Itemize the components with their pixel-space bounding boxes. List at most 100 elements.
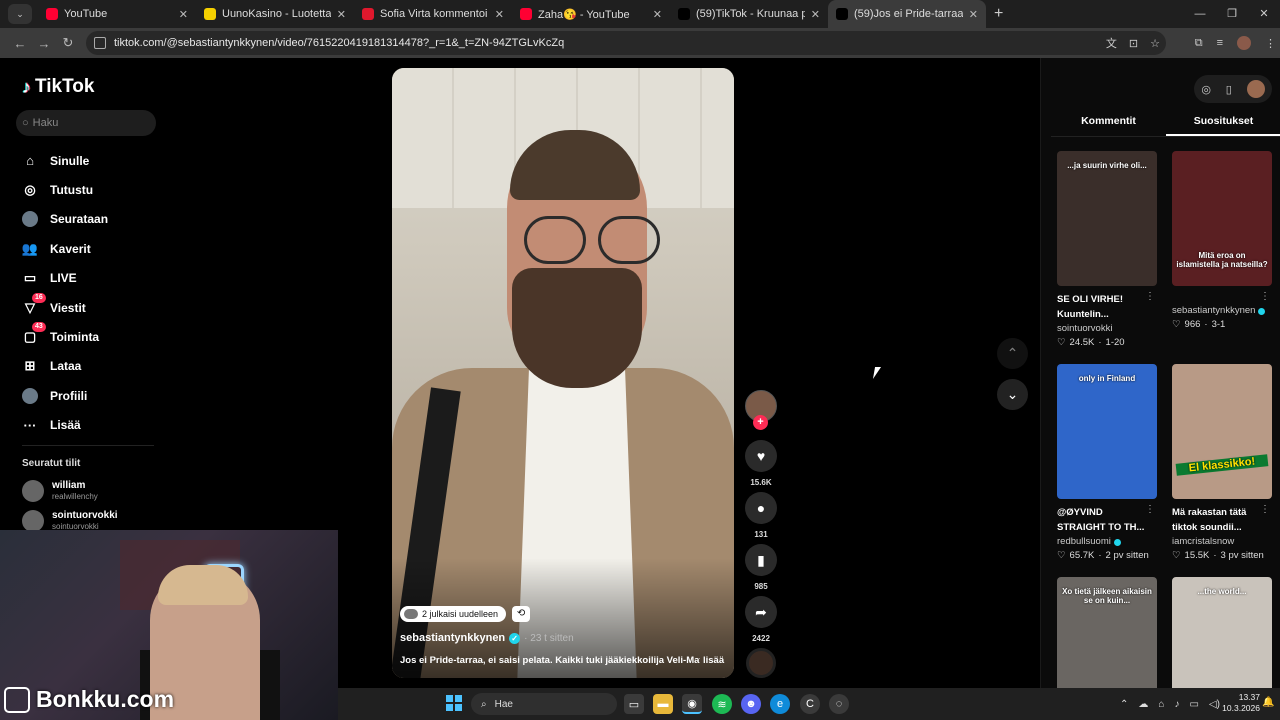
- video-thumbnail[interactable]: ...ja suurin virhe oli...: [1057, 151, 1157, 286]
- repost-icon[interactable]: ⟲: [512, 606, 531, 622]
- reload-button[interactable]: ↻: [56, 35, 80, 51]
- browser-menu-icon[interactable]: ⋮: [1265, 37, 1276, 50]
- share-action[interactable]: ➦ 2422: [745, 596, 777, 643]
- video-thumbnail[interactable]: El klassikko!: [1172, 364, 1272, 499]
- device-icon[interactable]: ▯: [1226, 83, 1232, 96]
- close-tab-icon[interactable]: ✕: [653, 8, 662, 21]
- app-record-icon[interactable]: ◌: [829, 694, 849, 714]
- card-author[interactable]: redbullsuomi: [1057, 535, 1157, 549]
- card-author[interactable]: sointuorvokki: [1057, 322, 1157, 336]
- recommended-video-card[interactable]: only in Finland @ØYVIND STRAIGHT TO TH...…: [1057, 364, 1157, 563]
- extensions-icon[interactable]: ⧉: [1195, 37, 1203, 50]
- close-tab-icon[interactable]: ✕: [337, 8, 346, 21]
- tab-suositukset[interactable]: Suositukset: [1166, 110, 1280, 136]
- card-menu-icon[interactable]: ⋮: [1260, 291, 1270, 302]
- card-author[interactable]: iamcristalsnow: [1172, 535, 1272, 549]
- recommended-video-card[interactable]: Mitä eroa on islamistella ja natseilla? ⋮…: [1172, 151, 1272, 332]
- windows-start-icon[interactable]: [446, 695, 462, 711]
- task-view-icon[interactable]: ▭: [624, 694, 644, 714]
- card-author[interactable]: sebastiantynkkynen: [1172, 304, 1272, 318]
- repost-pill[interactable]: 2 julkaisi uudelleen: [400, 606, 507, 622]
- comment-icon[interactable]: ●: [745, 492, 777, 524]
- new-tab-button[interactable]: +: [994, 5, 1003, 23]
- network-icon[interactable]: ⌂: [1158, 699, 1164, 710]
- forward-button[interactable]: →: [32, 36, 56, 51]
- sidebar-item-sinulle[interactable]: ⌂ Sinulle: [22, 146, 108, 175]
- discord-icon[interactable]: ☻: [741, 694, 761, 714]
- spotify-icon[interactable]: ≋: [712, 694, 732, 714]
- user-avatar[interactable]: [1246, 80, 1265, 98]
- minimize-button[interactable]: —: [1184, 0, 1216, 28]
- sidebar-item-kaverit[interactable]: 👥 Kaverit: [22, 234, 108, 263]
- volume-icon[interactable]: ◁): [1209, 699, 1220, 710]
- sidebar-item-lataa[interactable]: ⊞ Lataa: [22, 352, 108, 381]
- sound-disc-icon[interactable]: [746, 648, 776, 678]
- sidebar-item-lisää[interactable]: ··· Lisää: [22, 411, 108, 440]
- site-info-icon[interactable]: [94, 37, 106, 49]
- install-app-icon[interactable]: ⊡: [1129, 37, 1138, 50]
- reading-list-icon[interactable]: ≡: [1217, 37, 1223, 49]
- sidebar-item-live[interactable]: ▭ LIVE: [22, 264, 108, 293]
- caption-more-link[interactable]: lisää: [703, 655, 724, 666]
- taskbar-clock[interactable]: 13.37 10.3.2026: [1222, 692, 1260, 714]
- card-menu-icon[interactable]: ⋮: [1260, 504, 1270, 515]
- like-action[interactable]: ♥ 15.6K: [745, 440, 777, 487]
- close-tab-icon[interactable]: ✕: [179, 8, 188, 21]
- heart-icon[interactable]: ♥: [745, 440, 777, 472]
- close-tab-icon[interactable]: ✕: [969, 8, 978, 21]
- url-bar[interactable]: tiktok.com/@sebastiantynkkynen/video/761…: [86, 31, 1166, 55]
- app-icon[interactable]: C: [800, 694, 820, 714]
- close-tab-icon[interactable]: ✕: [495, 8, 504, 21]
- tab-kommentit[interactable]: Kommentit: [1051, 110, 1166, 136]
- sidebar-item-seurataan[interactable]: Seurataan: [22, 205, 108, 234]
- explore-icon[interactable]: ◎: [1201, 83, 1211, 96]
- close-tab-icon[interactable]: ✕: [811, 8, 820, 21]
- maximize-button[interactable]: ❐: [1216, 0, 1248, 28]
- bookmark-star-icon[interactable]: ☆: [1150, 37, 1160, 50]
- notification-icon[interactable]: 🔔: [1262, 697, 1274, 708]
- sidebar-item-tutustu[interactable]: ◎ Tutustu: [22, 175, 108, 204]
- share-icon[interactable]: ➦: [745, 596, 777, 628]
- sidebar-item-profiili[interactable]: Profiili: [22, 381, 108, 410]
- recommended-video-card[interactable]: ...ja suurin virhe oli... SE OLI VIRHE! K…: [1057, 151, 1157, 350]
- video-thumbnail[interactable]: only in Finland: [1057, 364, 1157, 499]
- followed-account[interactable]: sointuorvokki sointuorvokki: [22, 510, 118, 532]
- search-input[interactable]: ○ Haku: [16, 110, 156, 136]
- back-button[interactable]: ←: [8, 36, 32, 51]
- edge-icon[interactable]: e: [770, 694, 790, 714]
- card-menu-icon[interactable]: ⋮: [1145, 291, 1155, 302]
- tray-app-icon[interactable]: ☁: [1138, 699, 1148, 710]
- previous-video-button[interactable]: ⌃: [997, 338, 1028, 369]
- video-author[interactable]: sebastiantynkkynen ✓ · 23 t sitten: [400, 632, 574, 644]
- browser-tab[interactable]: Zaha😘 - YouTube ✕: [512, 0, 670, 28]
- comment-action[interactable]: ● 131: [745, 492, 777, 539]
- video-player[interactable]: [392, 68, 734, 678]
- author-name[interactable]: sebastiantynkkynen: [400, 632, 505, 644]
- tiktok-logo[interactable]: ♪ TikTok: [22, 76, 94, 98]
- browser-tab[interactable]: Sofia Virta kommentoi TPS-ero ✕: [354, 0, 512, 28]
- browser-profile-avatar[interactable]: [1237, 36, 1251, 50]
- sidebar-item-viestit[interactable]: ▽ Viestit 16: [22, 292, 108, 322]
- browser-tab[interactable]: (59)TikTok - Kruunaa päiväsi ✕: [670, 0, 828, 28]
- file-explorer-icon[interactable]: ▬: [653, 694, 673, 714]
- save-action[interactable]: ▮ 985: [745, 544, 777, 591]
- tab-search-button[interactable]: ⌄: [8, 4, 32, 24]
- follow-plus-icon[interactable]: +: [753, 415, 768, 430]
- mic-icon[interactable]: ♪: [1174, 699, 1179, 710]
- display-icon[interactable]: ▭: [1189, 699, 1198, 710]
- followed-account[interactable]: william realwillenchy: [22, 480, 98, 502]
- card-menu-icon[interactable]: ⋮: [1145, 504, 1155, 515]
- taskbar-search[interactable]: ⌕ Hae: [471, 693, 617, 715]
- bookmark-icon[interactable]: ▮: [745, 544, 777, 576]
- chrome-icon[interactable]: ◉: [682, 694, 702, 714]
- tray-chevron-icon[interactable]: ⌃: [1120, 699, 1128, 710]
- video-thumbnail[interactable]: Mitä eroa on islamistella ja natseilla?: [1172, 151, 1272, 286]
- recommended-video-card[interactable]: El klassikko! Mä rakastan tätä tiktok sou…: [1172, 364, 1272, 563]
- browser-tab[interactable]: UunoKasino - Luotettava sekä ✕: [196, 0, 354, 28]
- translate-icon[interactable]: 文: [1106, 35, 1117, 51]
- browser-tab[interactable]: YouTube ✕: [38, 0, 196, 28]
- browser-tab[interactable]: (59)Jos ei Pride-tarraa, ei saisi p ✕: [828, 0, 986, 28]
- sidebar-item-toiminta[interactable]: ▢ Toiminta 43: [22, 322, 108, 351]
- next-video-button[interactable]: ⌄: [997, 379, 1028, 410]
- close-window-button[interactable]: ✕: [1248, 0, 1280, 28]
